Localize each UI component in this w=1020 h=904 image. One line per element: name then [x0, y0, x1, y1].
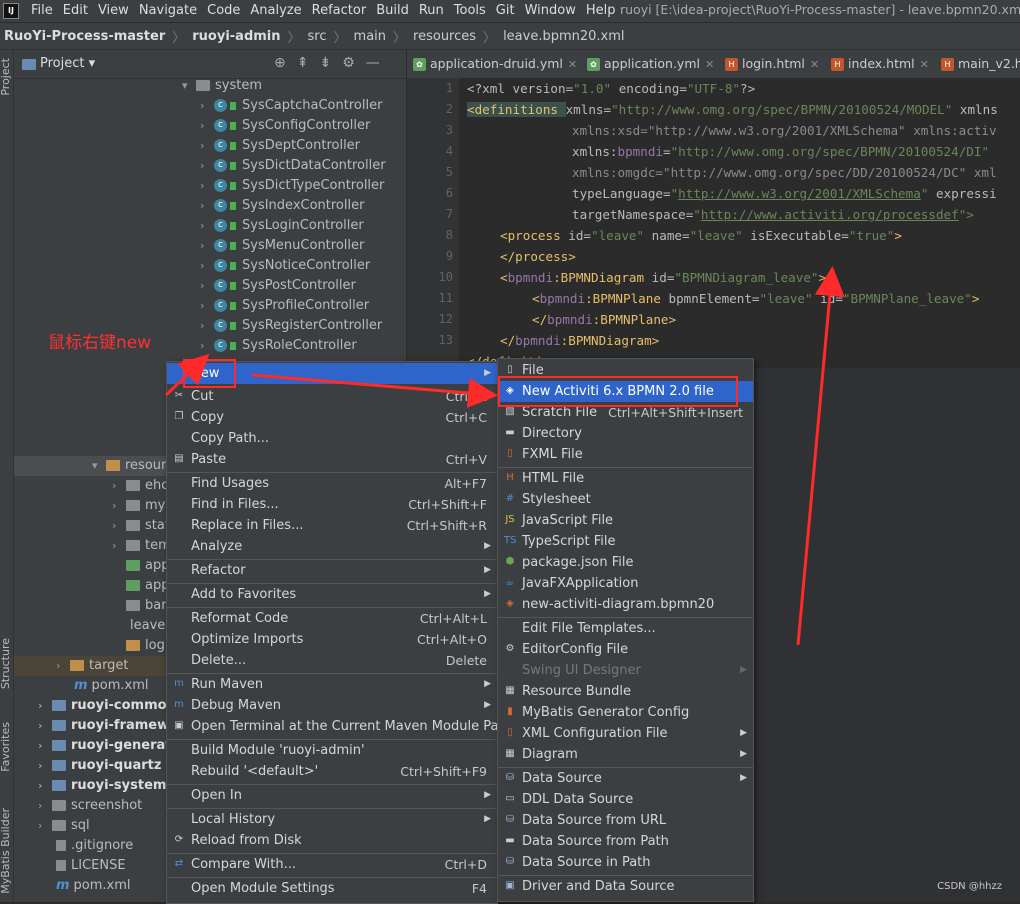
arrow-to-code — [796, 266, 845, 646]
watermark: CSDN @hhzz — [937, 881, 1002, 892]
arrow-to-bpmn-item — [251, 373, 498, 408]
annotation-arrows — [164, 266, 845, 646]
arrow-to-new — [164, 353, 210, 397]
